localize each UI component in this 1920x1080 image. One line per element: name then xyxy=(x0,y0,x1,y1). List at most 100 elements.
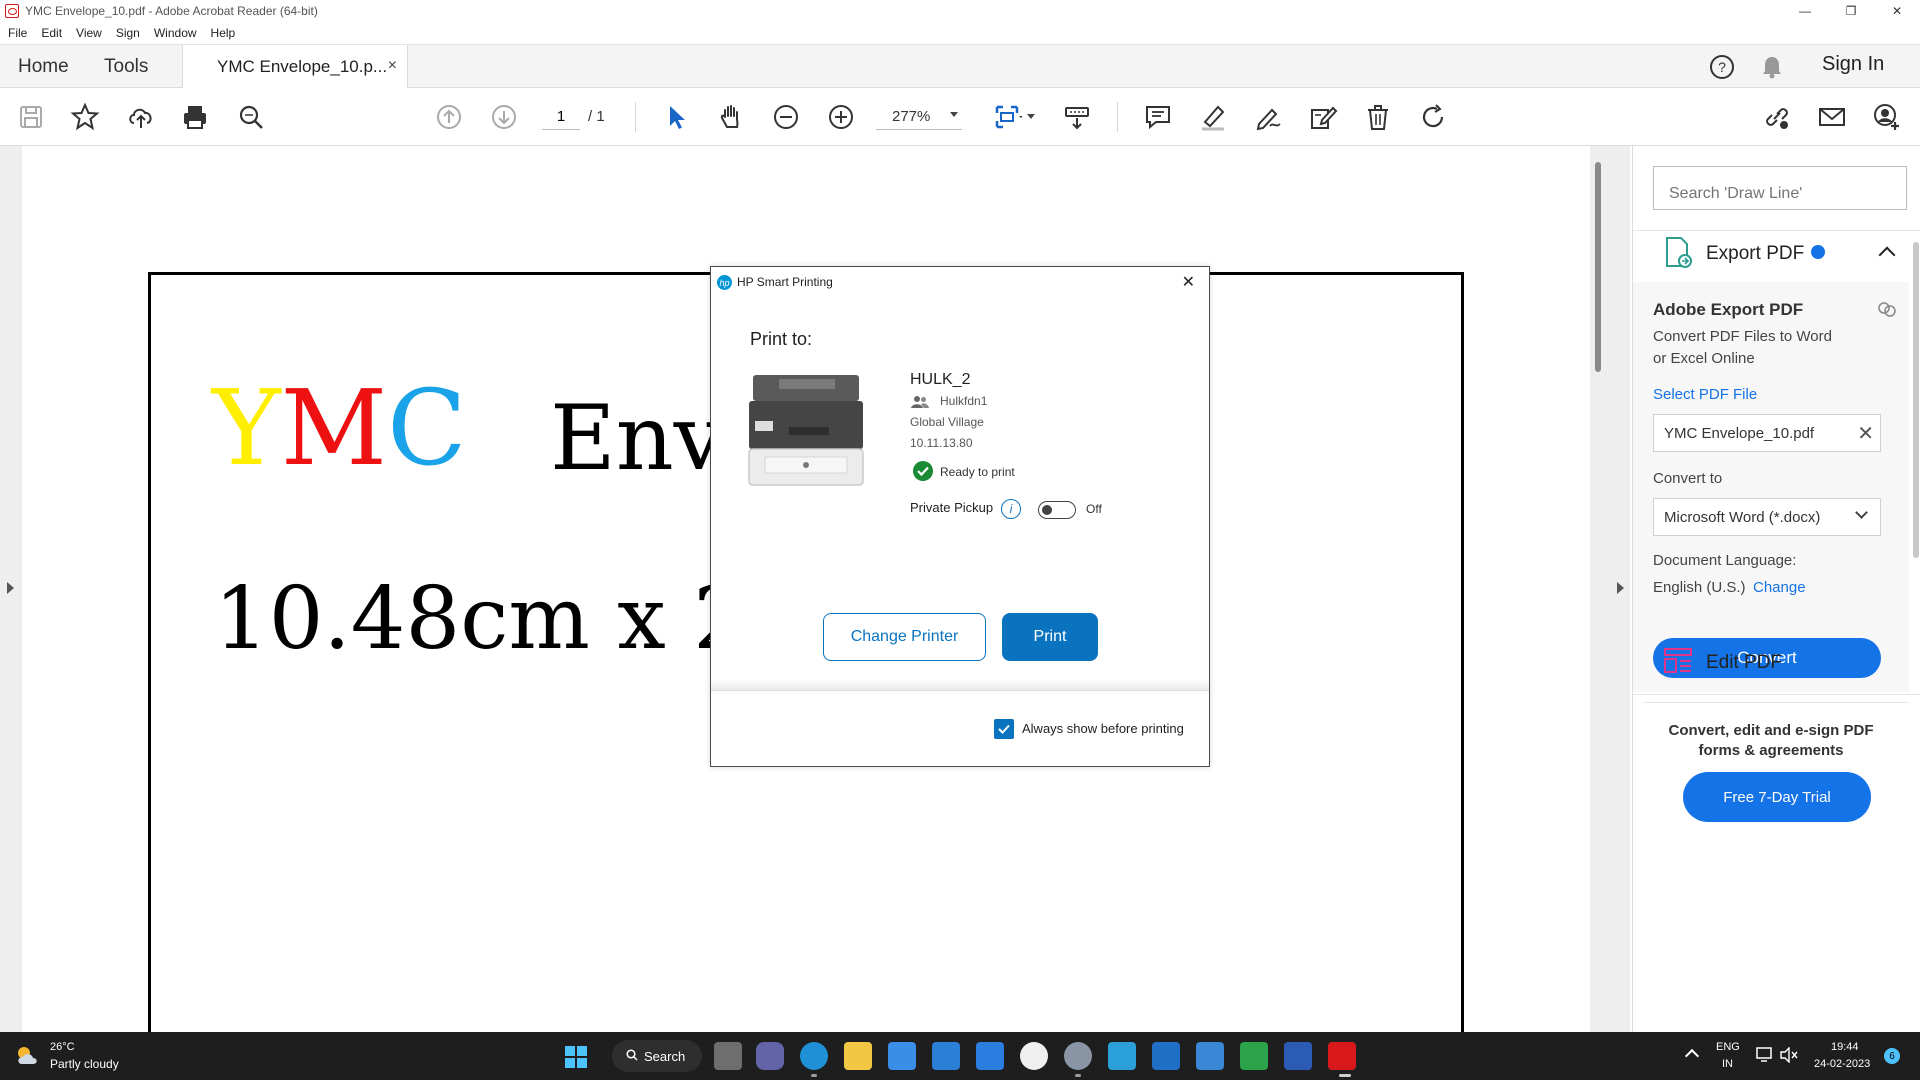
zoom-level-dropdown[interactable]: 277% xyxy=(876,104,962,130)
selected-file-field[interactable]: YMC Envelope_10.pdf ✕ xyxy=(1653,414,1881,452)
word-icon[interactable] xyxy=(1284,1042,1312,1070)
highlight-pen-icon[interactable] xyxy=(1196,100,1230,134)
show-hidden-icons-chevron-icon[interactable] xyxy=(1684,1048,1700,1064)
free-trial-button[interactable]: Free 7-Day Trial xyxy=(1683,772,1871,822)
scrolling-mode-icon[interactable] xyxy=(1060,100,1094,134)
close-window-button[interactable]: ✕ xyxy=(1874,0,1920,22)
start-windows-icon[interactable] xyxy=(565,1046,587,1073)
menu-view[interactable]: View xyxy=(76,26,102,40)
language-top[interactable]: ENG xyxy=(1716,1041,1740,1053)
always-show-checkbox[interactable] xyxy=(994,719,1014,739)
envelope-dimensions: 10.48cm x 2 xyxy=(214,569,748,669)
vpn-app-icon[interactable] xyxy=(1020,1042,1048,1070)
clear-file-icon[interactable]: ✕ xyxy=(1857,421,1874,446)
edit-text-icon[interactable] xyxy=(1306,100,1340,134)
zoom-out-icon[interactable] xyxy=(769,100,803,134)
private-pickup-toggle[interactable] xyxy=(1038,501,1076,519)
letter-m: M xyxy=(280,367,388,489)
teams-chat-icon[interactable] xyxy=(756,1042,784,1070)
edit-pdf-title[interactable]: Edit PDF xyxy=(1706,652,1782,674)
hand-tool-icon[interactable] xyxy=(714,100,748,134)
tab-tools[interactable]: Tools xyxy=(104,45,148,88)
restore-button[interactable]: ❐ xyxy=(1828,0,1874,22)
minimize-button[interactable]: — xyxy=(1782,0,1828,22)
microsoft-store-icon[interactable] xyxy=(888,1042,916,1070)
running-indicator xyxy=(1075,1074,1081,1077)
select-pdf-file-link[interactable]: Select PDF File xyxy=(1653,386,1757,403)
tab-document[interactable]: YMC Envelope_10.p... × xyxy=(182,45,408,89)
close-dialog-icon[interactable]: ✕ xyxy=(1182,272,1195,292)
left-panel-toggle-icon[interactable] xyxy=(7,582,14,594)
zoom-in-icon[interactable] xyxy=(824,100,858,134)
upload-cloud-icon[interactable] xyxy=(124,100,158,134)
chevron-up-icon[interactable] xyxy=(1878,246,1896,264)
menu-file[interactable]: File xyxy=(8,26,27,40)
save-icon[interactable] xyxy=(14,100,48,134)
change-printer-button[interactable]: Change Printer xyxy=(823,613,986,661)
tools-pane-scrollbar[interactable] xyxy=(1913,242,1919,558)
network-icon[interactable] xyxy=(1756,1047,1774,1068)
sign-in-link[interactable]: Sign In xyxy=(1822,53,1884,76)
email-envelope-icon[interactable] xyxy=(1815,100,1849,134)
tools-search-input[interactable] xyxy=(1653,166,1907,210)
notification-count-badge[interactable]: 6 xyxy=(1884,1048,1900,1064)
change-language-link[interactable]: Change xyxy=(1753,579,1806,596)
weather-icon[interactable] xyxy=(14,1044,40,1073)
page-number-input[interactable] xyxy=(542,104,580,130)
taskbar-search[interactable]: Search xyxy=(612,1040,702,1072)
menu-help[interactable]: Help xyxy=(211,26,236,40)
bookmark-star-icon[interactable] xyxy=(68,100,102,134)
cad-app-icon[interactable] xyxy=(1240,1042,1268,1070)
acrobat-reader-icon[interactable] xyxy=(1328,1042,1356,1070)
tab-home[interactable]: Home xyxy=(18,45,69,88)
close-tab-icon[interactable]: × xyxy=(388,57,397,75)
fit-page-icon[interactable] xyxy=(990,100,1024,134)
chevron-down-icon xyxy=(1855,506,1868,519)
mail-icon[interactable] xyxy=(932,1042,960,1070)
help-icon[interactable]: ? xyxy=(1709,54,1735,85)
rotate-icon[interactable] xyxy=(1416,100,1450,134)
add-user-icon[interactable] xyxy=(1870,100,1904,134)
menu-sign[interactable]: Sign xyxy=(116,26,140,40)
menu-edit[interactable]: Edit xyxy=(41,26,62,40)
selected-file-name: YMC Envelope_10.pdf xyxy=(1664,425,1815,442)
letter-y: Y xyxy=(212,367,281,489)
convert-format-dropdown[interactable]: Microsoft Word (*.docx) xyxy=(1653,498,1881,536)
document-scrollbar[interactable] xyxy=(1595,162,1601,372)
fit-page-dropdown-icon[interactable] xyxy=(1027,114,1035,119)
cloud-services-icon[interactable] xyxy=(1877,300,1897,323)
select-cursor-icon[interactable] xyxy=(659,100,693,134)
right-panel-toggle-icon[interactable] xyxy=(1617,582,1624,594)
taskbar-search-label: Search xyxy=(644,1048,686,1064)
dropbox-icon[interactable] xyxy=(976,1042,1004,1070)
clock-time[interactable]: 19:44 xyxy=(1831,1041,1859,1053)
language-bottom[interactable]: IN xyxy=(1722,1058,1733,1070)
export-pdf-title[interactable]: Export PDF xyxy=(1706,243,1804,265)
clock-date[interactable]: 24-02-2023 xyxy=(1814,1058,1870,1070)
settings-gear-icon[interactable] xyxy=(1064,1042,1092,1070)
delete-trash-icon[interactable] xyxy=(1361,100,1395,134)
search-zoom-icon[interactable] xyxy=(234,100,268,134)
document-language-value: English (U.S.) xyxy=(1653,579,1746,596)
print-icon[interactable] xyxy=(178,100,212,134)
draw-freehand-icon[interactable] xyxy=(1251,100,1285,134)
share-link-icon[interactable] xyxy=(1760,100,1794,134)
edge-browser-icon[interactable] xyxy=(800,1042,828,1070)
printer-owner: Hulkfdn1 xyxy=(940,394,988,408)
printer-location: Global Village xyxy=(910,415,984,429)
file-explorer-icon[interactable] xyxy=(844,1042,872,1070)
convert-format-value: Microsoft Word (*.docx) xyxy=(1664,509,1821,526)
next-page-icon[interactable] xyxy=(487,100,521,134)
print-button[interactable]: Print xyxy=(1002,613,1098,661)
hp-app-icon[interactable] xyxy=(1108,1042,1136,1070)
notepad-icon[interactable] xyxy=(1196,1042,1224,1070)
menu-window[interactable]: Window xyxy=(154,26,197,40)
volume-muted-icon[interactable] xyxy=(1780,1046,1798,1068)
comment-icon[interactable] xyxy=(1141,100,1175,134)
notifications-bell-icon[interactable] xyxy=(1760,54,1784,85)
check-circle-icon xyxy=(913,461,933,481)
previous-page-icon[interactable] xyxy=(432,100,466,134)
info-icon[interactable]: i xyxy=(1001,499,1021,519)
task-view-icon[interactable] xyxy=(714,1042,742,1070)
photos-app-icon[interactable] xyxy=(1152,1042,1180,1070)
